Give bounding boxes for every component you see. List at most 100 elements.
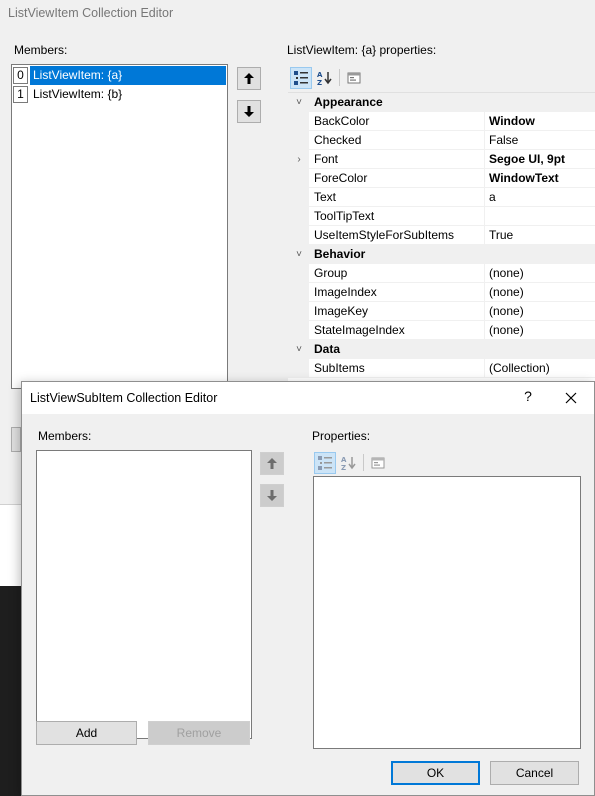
property-name: UseItemStyleForSubItems bbox=[309, 226, 484, 245]
property-value[interactable]: Window bbox=[484, 112, 595, 131]
property-name: SubItems bbox=[309, 359, 484, 378]
close-button[interactable] bbox=[559, 387, 583, 409]
alphabetical-button[interactable]: A Z bbox=[314, 67, 336, 89]
property-value[interactable]: (none) bbox=[484, 302, 595, 321]
property-name: Text bbox=[309, 188, 484, 207]
members-list[interactable]: 0 ListViewItem: {a} 1 ListViewItem: {b} bbox=[11, 64, 228, 389]
property-value[interactable]: a bbox=[484, 188, 595, 207]
property-name: StateImageIndex bbox=[309, 321, 484, 340]
property-name: Checked bbox=[309, 131, 484, 150]
move-up-button[interactable] bbox=[260, 452, 284, 475]
property-pages-button[interactable] bbox=[343, 67, 365, 89]
category-label: Appearance bbox=[314, 95, 383, 109]
close-icon bbox=[565, 392, 577, 404]
cancel-button[interactable]: Cancel bbox=[490, 761, 579, 785]
ok-button[interactable]: OK bbox=[391, 761, 480, 785]
property-row[interactable]: Text a bbox=[288, 188, 595, 207]
member-index: 0 bbox=[13, 67, 28, 84]
property-value[interactable]: (none) bbox=[484, 321, 595, 340]
chevron-down-icon[interactable]: ˅ bbox=[293, 93, 305, 112]
add-button[interactable]: Add bbox=[36, 721, 137, 745]
member-item[interactable]: 1 ListViewItem: {b} bbox=[12, 85, 227, 104]
member-label: ListViewItem: {a} bbox=[30, 66, 226, 85]
property-value[interactable]: False bbox=[484, 131, 595, 150]
property-row[interactable]: UseItemStyleForSubItems True bbox=[288, 226, 595, 245]
remove-button[interactable]: Remove bbox=[148, 721, 250, 745]
category-label: Behavior bbox=[314, 247, 366, 261]
move-down-button[interactable] bbox=[237, 100, 261, 123]
property-grid[interactable] bbox=[313, 476, 581, 749]
property-value[interactable]: (none) bbox=[484, 283, 595, 302]
property-row[interactable]: Group (none) bbox=[288, 264, 595, 283]
arrow-down-icon bbox=[267, 490, 277, 501]
category-appearance[interactable]: ˅ Appearance bbox=[288, 93, 595, 112]
members-list[interactable] bbox=[36, 450, 252, 739]
chevron-down-icon[interactable]: ˅ bbox=[293, 340, 305, 359]
background-region bbox=[0, 505, 22, 586]
category-label: Data bbox=[314, 342, 341, 356]
categorized-icon bbox=[318, 456, 332, 470]
property-pages-button[interactable] bbox=[367, 452, 389, 474]
property-name: BackColor bbox=[309, 112, 484, 131]
property-grid-toolbar: A Z bbox=[288, 66, 595, 90]
property-row[interactable]: StateImageIndex (none) bbox=[288, 321, 595, 340]
property-grid-toolbar: A Z bbox=[312, 451, 412, 475]
property-value[interactable]: (Collection) bbox=[484, 359, 595, 378]
members-label: Members: bbox=[14, 43, 68, 57]
help-icon[interactable]: ? bbox=[520, 388, 536, 408]
arrow-up-icon bbox=[267, 458, 277, 469]
property-pages-icon bbox=[371, 457, 385, 469]
property-value[interactable]: (none) bbox=[484, 264, 595, 283]
property-row[interactable]: › Font Segoe UI, 9pt bbox=[288, 150, 595, 169]
member-label: ListViewItem: {b} bbox=[33, 87, 123, 101]
window-title: ListViewItem Collection Editor bbox=[8, 6, 174, 20]
property-value[interactable] bbox=[484, 207, 595, 226]
property-row[interactable]: ImageIndex (none) bbox=[288, 283, 595, 302]
arrow-down-icon bbox=[244, 106, 254, 117]
move-down-button[interactable] bbox=[260, 484, 284, 507]
title-bar[interactable]: ListViewSubItem Collection Editor ? bbox=[22, 382, 594, 414]
property-name: Font bbox=[309, 150, 484, 169]
property-row[interactable]: ForeColor WindowText bbox=[288, 169, 595, 188]
property-row[interactable]: ImageKey (none) bbox=[288, 302, 595, 321]
member-index: 1 bbox=[13, 86, 28, 103]
alphabetical-button[interactable]: A Z bbox=[338, 452, 360, 474]
svg-text:Z: Z bbox=[341, 464, 346, 471]
property-row[interactable]: ToolTipText bbox=[288, 207, 595, 226]
property-pages-icon bbox=[347, 72, 361, 84]
alphabetical-sort-icon: A Z bbox=[341, 456, 356, 471]
category-data[interactable]: ˅ Data bbox=[288, 340, 595, 359]
property-value[interactable]: Segoe UI, 9pt bbox=[484, 150, 595, 169]
property-value[interactable]: True bbox=[484, 226, 595, 245]
member-item[interactable]: 0 ListViewItem: {a} bbox=[12, 66, 227, 85]
categorized-button[interactable] bbox=[314, 452, 336, 474]
property-name: ImageKey bbox=[309, 302, 484, 321]
svg-text:Z: Z bbox=[317, 79, 322, 86]
chevron-right-icon[interactable]: › bbox=[293, 150, 305, 169]
chevron-down-icon[interactable]: ˅ bbox=[293, 245, 305, 264]
property-name: ImageIndex bbox=[309, 283, 484, 302]
categorized-button[interactable] bbox=[290, 67, 312, 89]
svg-text:A: A bbox=[317, 71, 323, 79]
property-row[interactable]: BackColor Window bbox=[288, 112, 595, 131]
property-grid[interactable]: ˅ Appearance BackColor Window Checked Fa… bbox=[288, 92, 595, 382]
categorized-icon bbox=[294, 71, 308, 85]
members-label: Members: bbox=[38, 429, 92, 443]
properties-label: ListViewItem: {a} properties: bbox=[287, 43, 437, 57]
properties-label: Properties: bbox=[312, 429, 371, 443]
add-button[interactable] bbox=[11, 427, 21, 452]
property-name: ToolTipText bbox=[309, 207, 484, 226]
subitem-editor-dialog: ListViewSubItem Collection Editor ? Memb… bbox=[21, 381, 595, 796]
alphabetical-sort-icon: A Z bbox=[317, 71, 332, 86]
background-region bbox=[0, 586, 22, 796]
property-value[interactable]: WindowText bbox=[484, 169, 595, 188]
property-name: Group bbox=[309, 264, 484, 283]
property-row[interactable]: Checked False bbox=[288, 131, 595, 150]
arrow-up-icon bbox=[244, 73, 254, 84]
svg-text:A: A bbox=[341, 456, 347, 464]
property-name: ForeColor bbox=[309, 169, 484, 188]
move-up-button[interactable] bbox=[237, 67, 261, 90]
category-behavior[interactable]: ˅ Behavior bbox=[288, 245, 595, 264]
property-row[interactable]: SubItems (Collection) bbox=[288, 359, 595, 378]
dialog-title: ListViewSubItem Collection Editor bbox=[30, 391, 218, 405]
